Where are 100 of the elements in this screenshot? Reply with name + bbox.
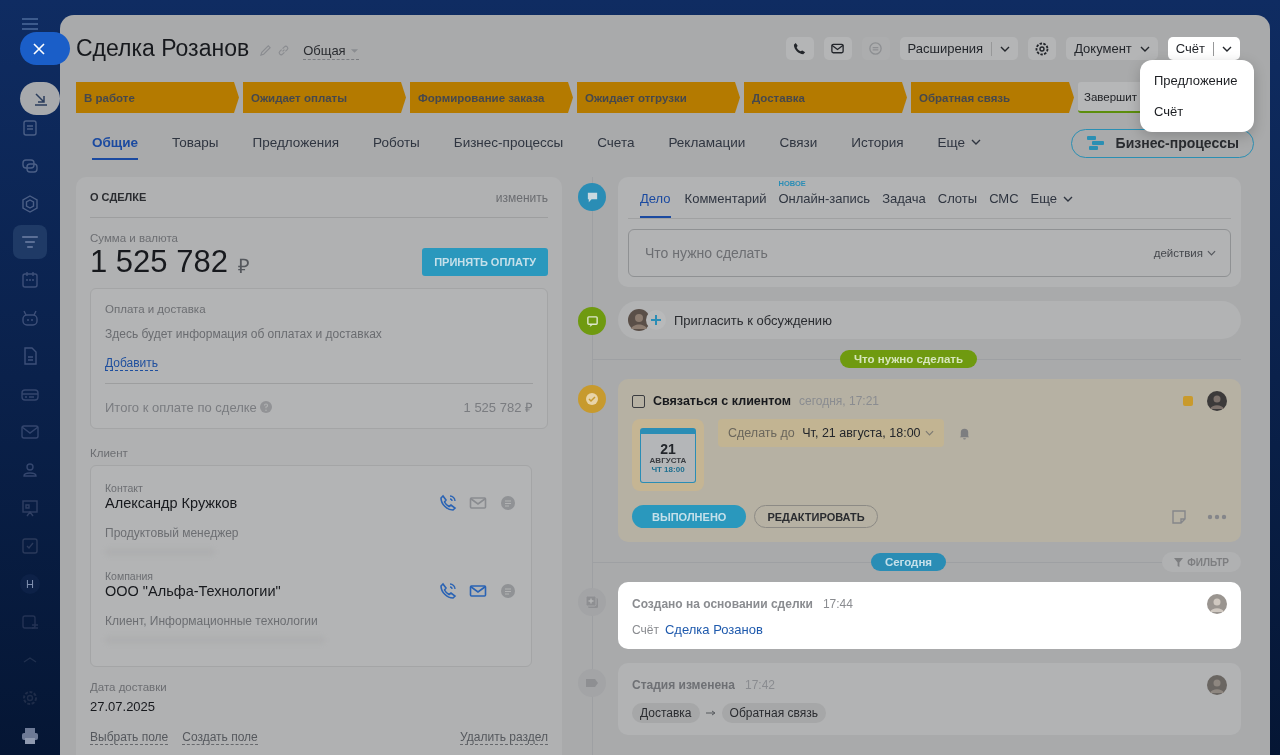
tab[interactable]: Бизнес-процессы	[453, 126, 564, 160]
field-label: Оплата и доставка	[105, 303, 207, 315]
event-title: Стадия изменена	[632, 678, 735, 692]
schedule-icon[interactable]	[20, 612, 40, 632]
add-link[interactable]: Добавить	[105, 356, 159, 371]
tag-icon	[578, 669, 606, 697]
mail-icon[interactable]	[469, 582, 487, 600]
printer-icon[interactable]	[20, 726, 40, 746]
close-button[interactable]	[20, 32, 70, 65]
phone-icon[interactable]	[439, 494, 457, 512]
robot-icon[interactable]	[20, 308, 40, 328]
phone-icon	[792, 41, 807, 56]
delivery-date: 27.07.2025	[90, 699, 157, 714]
chat-icon[interactable]	[499, 582, 517, 600]
invite-bar[interactable]: Пригласить к обсуждению	[618, 301, 1241, 339]
composer-tab[interactable]: СМС	[989, 177, 1019, 218]
checkbox-icon[interactable]	[20, 536, 40, 556]
client-name: Александр Кружков	[105, 495, 238, 511]
process-icon	[1085, 135, 1106, 151]
calendar-month: АВГУСТА	[649, 455, 687, 465]
call-button[interactable]	[785, 37, 814, 60]
document-icon[interactable]	[20, 118, 40, 138]
delete-section-link[interactable]: Удалить раздел	[460, 730, 548, 745]
composer-tab[interactable]: Еще	[1030, 177, 1074, 218]
composer-tab[interactable]: Слоты	[937, 177, 978, 218]
currency-symbol: ₽	[237, 253, 250, 279]
invoice-button[interactable]: Счёт	[1167, 37, 1240, 60]
tab[interactable]: Предложения	[252, 126, 340, 160]
menu-item[interactable]: Предложение	[1140, 65, 1254, 96]
document-button[interactable]: Документ	[1066, 37, 1158, 60]
add-icon[interactable]	[646, 310, 666, 330]
deal-link[interactable]: Сделка Розанов	[664, 622, 763, 637]
section-badge: Что нужно сделать	[839, 350, 978, 368]
composer-tab[interactable]: Задача	[882, 177, 926, 218]
calendar-day: 21	[660, 441, 676, 456]
tab[interactable]: Товары	[172, 126, 219, 160]
chat-icon[interactable]	[499, 494, 517, 512]
field-link[interactable]: Выбрать поле	[90, 730, 169, 745]
mail-icon[interactable]	[469, 494, 487, 512]
minimize-button[interactable]	[20, 82, 60, 115]
field-label: Дата доставки	[90, 681, 168, 693]
deadline-dropdown[interactable]: Сделать до Чт, 21 августа, 18:00	[718, 419, 944, 447]
funnel-icon[interactable]	[13, 225, 47, 259]
category-dropdown[interactable]: Общая	[303, 43, 359, 60]
total-value: 1 525 782 ₽	[463, 399, 533, 416]
menu-item[interactable]: Счёт	[1140, 96, 1254, 127]
composer-tab[interactable]: Комментарий	[684, 177, 767, 218]
menu-icon[interactable]	[22, 18, 38, 30]
close-icon	[33, 42, 45, 55]
arrow-icon	[705, 710, 716, 716]
settings-icon	[1034, 40, 1051, 57]
link-icon[interactable]	[277, 44, 291, 57]
tab[interactable]: Роботы	[373, 126, 420, 160]
calendar-time: ЧТ 18:00	[651, 464, 685, 474]
check-icon	[578, 385, 606, 413]
field-label: Компания	[105, 570, 155, 582]
date-badge: Сегодня	[870, 553, 947, 571]
tab[interactable]: Общие	[92, 126, 139, 160]
actions-dropdown[interactable]: действия	[1153, 247, 1216, 259]
client-description: Продуктовый менеджер	[105, 526, 240, 540]
checkbox[interactable]	[632, 394, 645, 408]
task-title: Связаться с клиентом	[653, 394, 791, 408]
chevron-down-icon	[1139, 45, 1150, 52]
composer-tab[interactable]: Дело	[640, 177, 671, 218]
task-input-field[interactable]: Что нужно сделать действия	[628, 229, 1231, 277]
copy-plus-icon	[578, 588, 606, 616]
event-title: Создано на основании сделки	[632, 597, 813, 611]
help-icon[interactable]	[259, 401, 272, 413]
chevron-down-icon	[924, 430, 934, 436]
info-text: Здесь будет информация об оплатах и доставках	[105, 327, 383, 341]
tab[interactable]: Связи	[779, 126, 818, 160]
document-type: Счёт	[632, 622, 659, 637]
chevron-down-icon	[1222, 45, 1232, 52]
chat-icon[interactable]	[20, 156, 40, 176]
mail-button[interactable]	[823, 37, 852, 60]
presentation-icon[interactable]	[20, 498, 40, 518]
pencil-icon[interactable]	[259, 44, 273, 57]
avatar	[1207, 391, 1227, 411]
hexagon-icon[interactable]	[20, 194, 40, 214]
filter-icon	[1174, 557, 1184, 567]
tab[interactable]: Счета	[597, 126, 635, 160]
phone-icon[interactable]	[439, 582, 457, 600]
calendar-icon[interactable]	[20, 270, 40, 290]
tab[interactable]: История	[851, 126, 904, 160]
invite-text: Пригласить к обсуждению	[674, 312, 832, 328]
settings-icon[interactable]	[20, 688, 40, 708]
arrow-down-right-icon	[34, 91, 48, 106]
tab[interactable]: Рекламации	[668, 126, 746, 160]
mail-icon[interactable]	[20, 422, 40, 442]
settings-button[interactable]	[1028, 37, 1057, 60]
people-icon[interactable]	[20, 460, 40, 480]
note-icon[interactable]	[1171, 508, 1187, 525]
deal-title: Сделка Розанов	[76, 35, 250, 62]
tab[interactable]: Еще	[937, 126, 982, 160]
field-label: Сумма и валюта	[90, 232, 179, 244]
avatar	[1207, 675, 1227, 695]
field-link[interactable]: Создать поле	[182, 730, 258, 745]
user-avatar[interactable]: Н	[20, 574, 40, 594]
extensions-button[interactable]: Расширения	[899, 37, 1019, 60]
more-icon[interactable]	[1207, 513, 1227, 520]
